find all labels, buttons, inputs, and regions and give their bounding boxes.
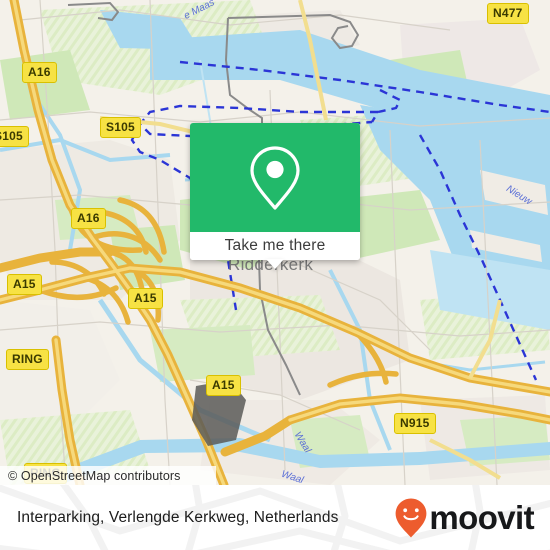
take-me-there-label: Take me there: [224, 237, 326, 254]
road-shield: S105: [0, 126, 29, 147]
road-shield: A15: [128, 288, 163, 309]
location-title-text: Interparking, Verlengde Kerkweg, Netherl…: [17, 508, 339, 526]
osm-attribution: © OpenStreetMap contributors: [0, 466, 216, 485]
map-pin-icon: [250, 145, 300, 210]
callout-icon-area: [190, 123, 360, 232]
moovit-smiling-pin-icon: [396, 498, 427, 537]
take-me-there-button[interactable]: Take me there: [190, 232, 360, 260]
moovit-wordmark: moovit: [429, 499, 534, 536]
road-shield: N915: [394, 413, 436, 434]
road-shield: A16: [71, 208, 106, 229]
location-title: Interparking, Verlengde Kerkweg, Netherl…: [17, 485, 338, 550]
road-shield: S105: [100, 117, 141, 138]
map-callout-card[interactable]: Take me there: [190, 123, 360, 269]
road-shield: A15: [7, 274, 42, 295]
moovit-logo: moovit: [395, 485, 535, 550]
road-shield: RING: [6, 349, 49, 370]
osm-attribution-text: © OpenStreetMap contributors: [8, 468, 181, 483]
screenshot-root: A16 S105 S105 N477 A16 A15 A15 RING A15 …: [0, 0, 550, 550]
road-shield: N477: [487, 3, 529, 24]
road-shield: A16: [22, 62, 57, 83]
road-shield: A15: [206, 375, 241, 396]
callout-pointer-tail: [266, 259, 284, 269]
footer-bar: Interparking, Verlengde Kerkweg, Netherl…: [0, 485, 550, 550]
